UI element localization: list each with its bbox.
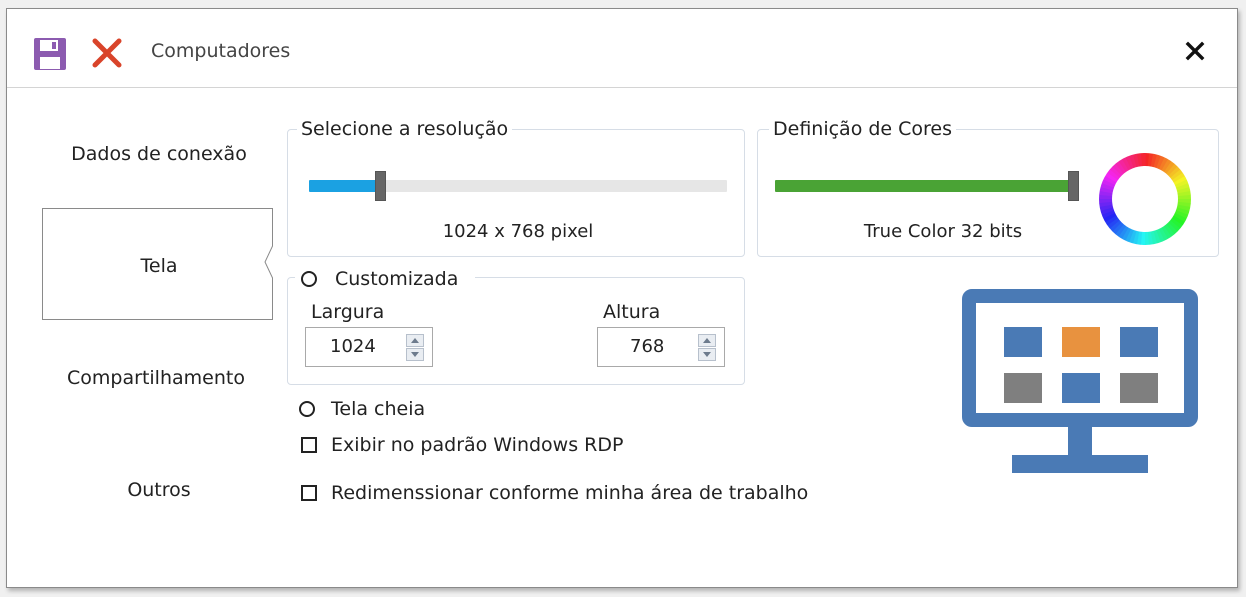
close-icon[interactable]: [1183, 39, 1207, 63]
arrow-up-icon: [703, 338, 711, 343]
nav-item-compartilhamento[interactable]: Compartilhamento: [43, 367, 269, 389]
arrow-down-icon: [411, 352, 419, 357]
resolution-value: 1024 x 768 pixel: [442, 221, 594, 242]
monitor-tile: [1120, 327, 1158, 357]
dialog-window: Computadores Dados de conexão Tela Compa…: [6, 8, 1238, 588]
monitor-tile: [1004, 327, 1042, 357]
width-label: Largura: [311, 301, 385, 323]
monitor-tile: [1004, 373, 1042, 403]
width-value: 1024: [330, 336, 376, 357]
rdp-checkbox[interactable]: [301, 437, 317, 453]
width-decrement-button[interactable]: [406, 348, 424, 361]
nav-selection-pointer: [264, 245, 285, 279]
color-wheel-icon: [1098, 152, 1192, 246]
nav-item-dados-de-conexao[interactable]: Dados de conexão: [59, 143, 259, 165]
resolution-slider-thumb[interactable]: [375, 171, 386, 201]
resolution-legend: Selecione a resolução: [297, 118, 513, 140]
colors-slider-track[interactable]: [775, 180, 1073, 192]
height-stepper[interactable]: 768: [597, 327, 725, 367]
height-value: 768: [630, 336, 665, 357]
colors-value: True Color 32 bits: [863, 221, 1023, 242]
nav-item-tela[interactable]: Tela: [59, 255, 259, 277]
arrow-down-icon: [703, 352, 711, 357]
monitor-icon: [962, 289, 1198, 473]
custom-radio-label: Customizada: [335, 268, 459, 290]
red-x-icon[interactable]: [91, 37, 123, 69]
custom-radio[interactable]: [301, 271, 317, 287]
height-label: Altura: [603, 301, 661, 323]
monitor-tile: [1120, 373, 1158, 403]
window-title: Computadores: [151, 40, 291, 62]
resize-checkbox[interactable]: [301, 485, 317, 501]
height-increment-button[interactable]: [698, 334, 716, 347]
floppy-disk-icon[interactable]: [33, 37, 67, 71]
monitor-tile: [1062, 327, 1100, 357]
nav-item-outros[interactable]: Outros: [59, 479, 259, 501]
rdp-checkbox-label: Exibir no padrão Windows RDP: [331, 434, 624, 456]
fullscreen-radio[interactable]: [299, 401, 315, 417]
resolution-slider-track[interactable]: [309, 180, 727, 192]
arrow-up-icon: [411, 338, 419, 343]
colors-legend: Definição de Cores: [769, 118, 957, 140]
resize-checkbox-label: Redimenssionar conforme minha área de tr…: [331, 482, 809, 504]
colors-slider-thumb[interactable]: [1068, 171, 1079, 201]
height-decrement-button[interactable]: [698, 348, 716, 361]
width-stepper[interactable]: 1024: [305, 327, 433, 367]
width-increment-button[interactable]: [406, 334, 424, 347]
fullscreen-radio-label: Tela cheia: [331, 398, 426, 420]
title-bar: Computadores: [7, 9, 1237, 88]
monitor-tile: [1062, 373, 1100, 403]
